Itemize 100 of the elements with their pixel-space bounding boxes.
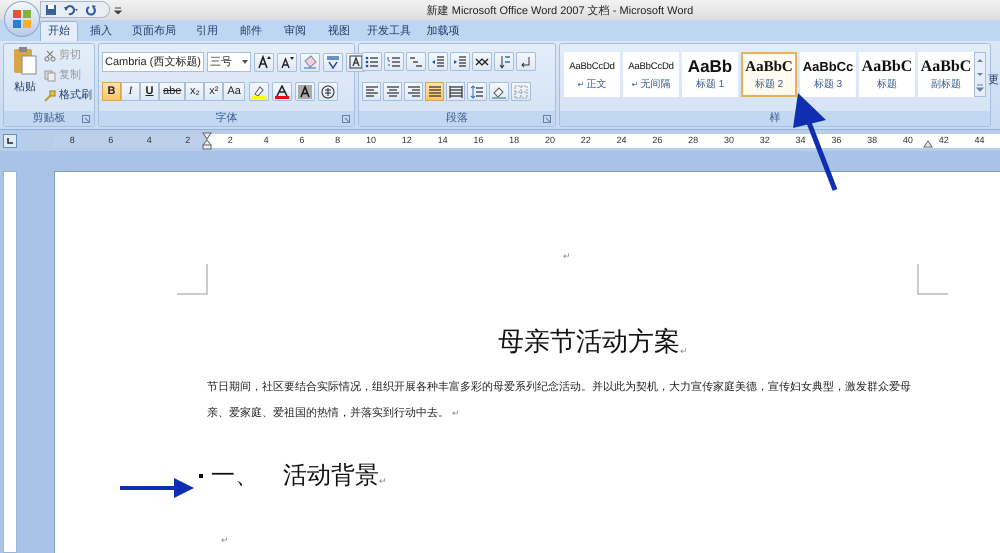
ruler-number: 42 xyxy=(938,134,949,147)
multilevel-list-icon xyxy=(409,54,423,68)
heading-number: 一、 xyxy=(211,461,259,491)
ribbon-tab[interactable]: 开发工具 xyxy=(362,21,416,41)
align-justify-icon xyxy=(428,84,442,98)
font-color-icon xyxy=(274,84,289,98)
enclose-character-button[interactable] xyxy=(318,82,338,101)
ribbon-tab[interactable]: 加载项 xyxy=(418,21,468,41)
ruler-number: 6 xyxy=(108,134,114,147)
shrink-font-icon xyxy=(280,55,294,69)
group-label: 剪贴板 xyxy=(32,110,66,126)
style-gallery-item[interactable]: AaBbCcDd ↵ 正文 xyxy=(564,52,620,97)
ribbon-tab[interactable]: 页面布局 xyxy=(124,21,184,41)
ribbon-tab[interactable]: 开始 xyxy=(40,21,78,41)
decrease-indent-button[interactable] xyxy=(428,52,448,71)
ruler-number: 4 xyxy=(264,134,269,147)
increase-indent-button[interactable] xyxy=(450,52,470,71)
section-heading: 活动背景 xyxy=(283,461,379,491)
office-button[interactable] xyxy=(4,1,40,37)
dialog-launcher-icon[interactable] xyxy=(543,115,551,123)
style-gallery-item[interactable]: AaBbCcDd ↵ 无间隔 xyxy=(623,52,679,97)
ruler-number: 28 xyxy=(688,134,698,147)
style-gallery-item[interactable]: AaBbCc 标题 3 xyxy=(800,52,856,97)
format-button[interactable]: Aa xyxy=(223,82,245,101)
bullets-button[interactable] xyxy=(362,52,382,71)
sort-button[interactable] xyxy=(494,52,514,71)
format-painter-button[interactable]: 格式刷 xyxy=(44,87,92,104)
paste-button[interactable]: 粘贴 xyxy=(8,46,42,112)
ruler-number: 2 xyxy=(228,134,233,147)
align-center-button[interactable] xyxy=(383,82,402,101)
eraser-icon xyxy=(303,55,317,69)
paragraph-mark: ↵ xyxy=(221,534,229,547)
align-right-button[interactable] xyxy=(404,82,423,101)
multilevel-list-button[interactable] xyxy=(406,52,426,71)
font-size-field[interactable]: 三号 xyxy=(207,52,251,72)
ruler-number: 40 xyxy=(902,134,913,147)
brush-icon xyxy=(44,90,56,102)
dialog-launcher-icon[interactable] xyxy=(342,115,350,123)
format-button[interactable]: B xyxy=(102,82,121,101)
phonetic-guide-button[interactable] xyxy=(323,52,343,72)
ribbon-tab[interactable]: 邮件 xyxy=(230,21,272,41)
document-title: 母亲节活动方案 xyxy=(498,326,680,358)
undo-icon[interactable] xyxy=(63,4,79,16)
gallery-scroll-buttons[interactable] xyxy=(974,52,986,97)
align-distributed-button[interactable] xyxy=(446,82,465,101)
ribbon-tab[interactable]: 审阅 xyxy=(274,21,316,41)
ruler-number: 8 xyxy=(70,134,75,147)
change-styles-button[interactable]: 更 xyxy=(988,72,999,88)
ruler-number: 16 xyxy=(473,134,484,147)
paste-icon xyxy=(12,46,38,76)
numbering-button[interactable] xyxy=(384,52,404,71)
ribbon-tab[interactable]: 引用 xyxy=(186,21,228,41)
indent-marker-icon[interactable] xyxy=(202,132,212,150)
scissors-icon xyxy=(44,50,56,62)
shading-button[interactable] xyxy=(489,82,509,101)
format-button[interactable]: abe xyxy=(159,82,186,101)
grow-font-button[interactable] xyxy=(254,52,274,72)
eraser-button[interactable] xyxy=(300,52,320,72)
align-justify-button[interactable] xyxy=(425,82,444,101)
paragraph-mark: ↵ xyxy=(563,250,571,263)
show-marks-button[interactable] xyxy=(516,52,536,71)
style-gallery-item[interactable]: AaBb 标题 1 xyxy=(682,52,738,97)
sort-icon xyxy=(497,54,511,68)
align-left-button[interactable] xyxy=(362,82,381,101)
ruler-number: 22 xyxy=(580,134,591,147)
redo-icon[interactable] xyxy=(85,4,97,16)
character-shading-button[interactable] xyxy=(294,82,315,101)
ruler-number: 10 xyxy=(366,134,376,147)
character-border-icon xyxy=(349,55,363,69)
tab-selector-button[interactable] xyxy=(3,134,17,148)
ribbon-tab[interactable]: 插入 xyxy=(80,21,122,41)
save-icon[interactable] xyxy=(45,4,57,16)
highlight-button[interactable] xyxy=(248,82,269,101)
style-gallery-item[interactable]: AaBbC 标题 2 xyxy=(741,52,797,97)
format-button[interactable]: I xyxy=(121,82,140,101)
chinese-layout-button[interactable] xyxy=(472,52,492,71)
ruler-number: 30 xyxy=(724,134,734,147)
format-button[interactable]: x₂ xyxy=(185,82,204,101)
crop-mark xyxy=(917,264,948,295)
ribbon-tab[interactable]: 视图 xyxy=(318,21,360,41)
format-button[interactable]: x² xyxy=(204,82,224,101)
style-gallery-item[interactable]: AaBbC 副标题 xyxy=(918,52,974,97)
window-title: 新建 Microsoft Office Word 2007 文档 - Microsoft Word xyxy=(426,4,694,19)
dropdown-arrow-icon[interactable] xyxy=(242,60,248,64)
dialog-launcher-icon[interactable] xyxy=(82,115,90,123)
font-name-field[interactable]: Cambria (西文标题) xyxy=(102,52,204,72)
line-spacing-button[interactable] xyxy=(467,82,487,101)
ruler-number: 32 xyxy=(760,134,770,147)
format-button[interactable]: U xyxy=(140,82,159,101)
right-indent-marker-icon[interactable] xyxy=(923,140,933,148)
ruler-number: 12 xyxy=(402,134,412,147)
style-gallery-item[interactable]: AaBbC 标题 xyxy=(859,52,915,97)
paragraph-mark: ↵ xyxy=(379,474,387,488)
customize-dropdown-icon[interactable] xyxy=(114,6,122,14)
ruler-number: 44 xyxy=(974,134,985,147)
shrink-font-button[interactable] xyxy=(277,52,297,72)
numbering-icon xyxy=(387,54,401,68)
ruler-number: 24 xyxy=(616,134,627,147)
group-label: 字体 xyxy=(216,110,238,126)
font-color-button[interactable] xyxy=(272,82,292,101)
